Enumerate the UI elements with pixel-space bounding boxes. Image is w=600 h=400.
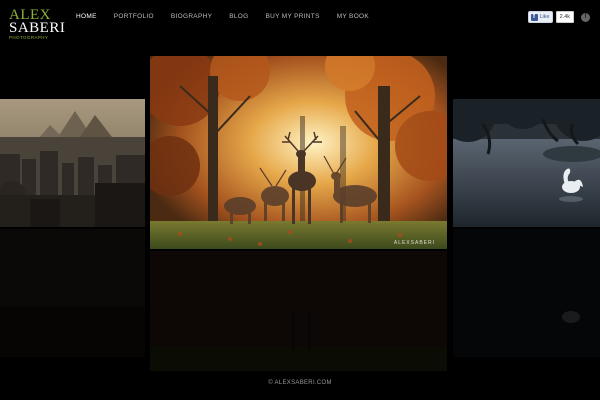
main-nav: HOME PORTFOLIO BIOGRAPHY BLOG BUY MY PRI… <box>76 13 386 20</box>
like-label: Like <box>539 14 550 20</box>
nav-biography[interactable]: BIOGRAPHY <box>171 13 212 20</box>
logo-line-saberi: SABERI <box>9 20 66 36</box>
reflection-deer <box>150 251 447 371</box>
social-bar: f Like 2.4k f <box>527 11 590 23</box>
site-logo[interactable]: ALEX SABERI PHOTOGRAPHY <box>9 8 66 41</box>
footer-copyright: © ALEXSABERI.COM <box>268 380 332 386</box>
nav-buy-my-prints[interactable]: BUY MY PRINTS <box>265 13 319 20</box>
swan-image <box>453 99 600 227</box>
photo-watermark: ALEXSABERI <box>393 240 435 246</box>
pyramids-image <box>0 99 145 227</box>
nav-my-book[interactable]: MY BOOK <box>337 13 369 20</box>
facebook-like-button[interactable]: f Like <box>527 11 553 23</box>
nav-home[interactable]: HOME <box>76 13 97 20</box>
reflection-pyramids <box>0 229 145 357</box>
nav-portfolio[interactable]: PORTFOLIO <box>114 13 154 20</box>
nav-blog[interactable]: BLOG <box>229 13 248 20</box>
facebook-icon: f <box>530 13 538 21</box>
reflection-swan <box>453 229 600 357</box>
gallery-photo-pyramids[interactable] <box>0 99 145 227</box>
gallery-photo-swan[interactable] <box>453 99 600 227</box>
like-count: 2.4k <box>555 11 574 23</box>
deer-forest-image <box>150 56 447 249</box>
gallery-photo-deer[interactable]: ALEXSABERI <box>150 56 447 249</box>
share-icon[interactable]: f <box>581 12 590 22</box>
